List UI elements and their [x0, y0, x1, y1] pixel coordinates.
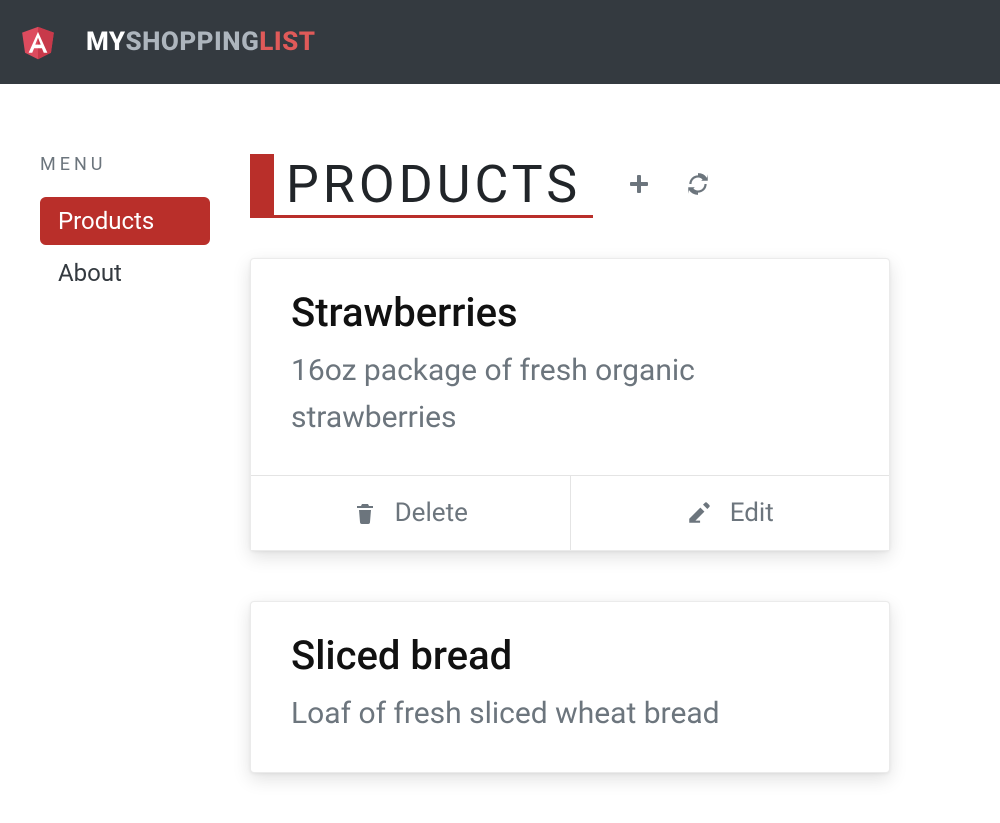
page-title-wrap: PRODUCTS	[250, 154, 593, 218]
menu-heading: MENU	[40, 154, 210, 175]
page-title: PRODUCTS	[274, 154, 593, 218]
product-card: Strawberries 16oz package of fresh organ…	[250, 258, 890, 551]
refresh-button[interactable]	[685, 171, 711, 201]
sidebar-nav: Products About	[40, 197, 210, 297]
sidebar-item-label: Products	[58, 207, 154, 235]
sidebar-item-products[interactable]: Products	[40, 197, 210, 245]
product-card-body: Sliced bread Loaf of fresh sliced wheat …	[251, 602, 889, 772]
trash-icon	[353, 500, 377, 526]
sidebar-item-label: About	[58, 259, 122, 287]
topbar: MYSHOPPINGLIST	[0, 0, 1000, 84]
add-product-button[interactable]	[627, 172, 651, 200]
delete-button[interactable]: Delete	[251, 476, 570, 550]
product-card-actions: Delete Edit	[251, 475, 889, 550]
product-card: Sliced bread Loaf of fresh sliced wheat …	[250, 601, 890, 773]
angular-logo-icon	[20, 22, 56, 62]
brand-part-1: MY	[86, 27, 125, 57]
product-card-body: Strawberries 16oz package of fresh organ…	[251, 259, 889, 475]
title-accent-bar	[250, 154, 274, 218]
product-name: Strawberries	[291, 289, 849, 336]
brand-title: MYSHOPPINGLIST	[86, 27, 316, 57]
plus-icon	[627, 172, 651, 196]
brand-part-3: LIST	[259, 27, 315, 57]
product-description: 16oz package of fresh organic strawberri…	[291, 348, 849, 441]
main-content: PRODUCTS Strawberries 16oz package of fr…	[250, 154, 960, 823]
edit-button[interactable]: Edit	[570, 476, 890, 550]
product-description: Loaf of fresh sliced wheat bread	[291, 691, 849, 738]
page-header: PRODUCTS	[250, 154, 960, 218]
brand-part-2: SHOPPING	[125, 27, 259, 57]
edit-label: Edit	[730, 498, 774, 528]
delete-label: Delete	[395, 498, 468, 528]
refresh-icon	[685, 171, 711, 197]
sidebar-item-about[interactable]: About	[40, 249, 210, 297]
sidebar: MENU Products About	[40, 154, 210, 823]
edit-icon	[686, 500, 712, 526]
product-name: Sliced bread	[291, 632, 849, 679]
